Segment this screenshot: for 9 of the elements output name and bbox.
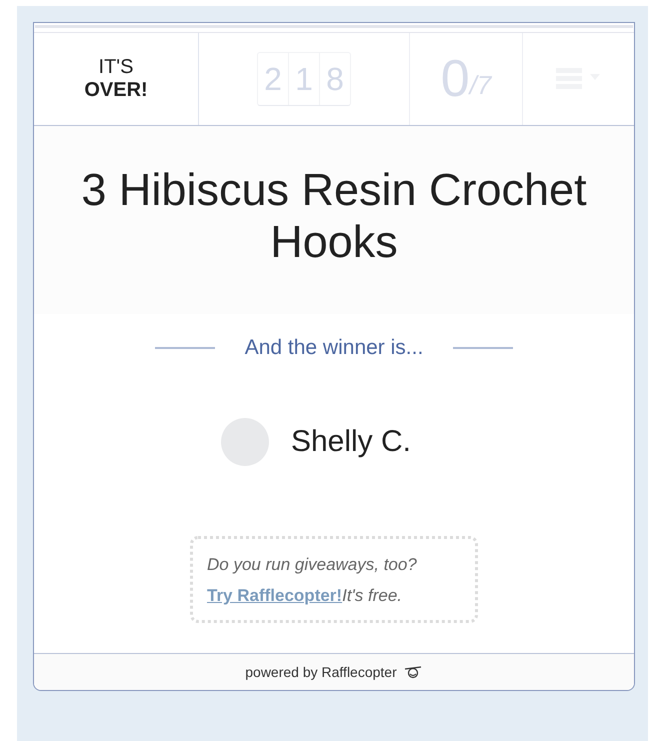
promo-note: It's free.: [342, 586, 402, 605]
promo-question: Do you run giveaways, too?: [207, 555, 418, 575]
winner-heading: And the winner is...: [244, 336, 424, 360]
prize-title: 3 Hibiscus Resin Crochet Hooks: [80, 164, 588, 268]
powered-by-text[interactable]: powered by Rafflecopter: [245, 664, 397, 680]
status-text: IT'S: [98, 56, 134, 79]
smiley-icon: [402, 665, 423, 679]
status-text: OVER!: [84, 79, 148, 102]
winner-name: Shelly C.: [290, 425, 412, 459]
